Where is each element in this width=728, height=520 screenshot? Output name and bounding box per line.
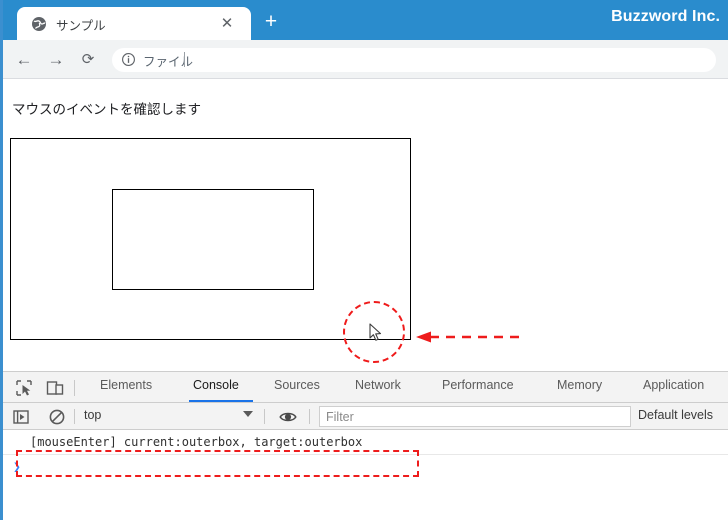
back-icon[interactable]: ←: [12, 48, 36, 72]
innerbox[interactable]: [112, 189, 314, 290]
browser-toolbar: ← → ⟳ ファイル: [0, 40, 728, 79]
reload-icon[interactable]: ⟳: [76, 48, 100, 72]
tab-elements[interactable]: Elements: [100, 378, 152, 392]
forward-icon[interactable]: →: [44, 48, 68, 72]
inspect-element-icon[interactable]: [14, 378, 34, 398]
brand-label: Buzzword Inc.: [611, 8, 720, 25]
console-toolbar: top Default levels: [3, 403, 728, 430]
address-bar-text: ファイル: [143, 55, 194, 69]
address-bar[interactable]: ファイル: [112, 48, 716, 72]
page-viewport: マウスのイベントを確認します: [3, 80, 728, 371]
window-left-border: [0, 0, 3, 520]
toolbar-divider: [74, 409, 75, 424]
execution-context-icon[interactable]: [12, 408, 30, 426]
log-levels-selector[interactable]: Default levels: [638, 408, 713, 422]
console-message-text: [mouseEnter] current:outerbox, target:ou…: [30, 435, 363, 449]
annotation-arrow: [416, 330, 524, 343]
active-tab-indicator: [189, 400, 253, 402]
devtools-panel: Elements Console Sources Network Perform…: [3, 371, 728, 520]
info-circle-icon: [121, 52, 136, 67]
toolbar-divider: [264, 409, 265, 424]
console-prompt-icon: ❯: [13, 460, 21, 475]
live-expression-eye-icon[interactable]: [279, 408, 297, 426]
console-message-row[interactable]: [mouseEnter] current:outerbox, target:ou…: [3, 430, 728, 455]
tab-network[interactable]: Network: [355, 378, 401, 392]
execution-context-selector[interactable]: top: [84, 408, 101, 422]
tab-sources[interactable]: Sources: [274, 378, 320, 392]
page-heading: マウスのイベントを確認します: [12, 102, 201, 117]
tab-title: サンプル: [56, 19, 106, 33]
new-tab-button[interactable]: +: [259, 11, 283, 35]
console-input[interactable]: [30, 459, 720, 477]
tab-application[interactable]: Application: [643, 378, 704, 392]
clear-console-icon[interactable]: [48, 408, 66, 426]
browser-window: Buzzword Inc. サンプル ✕ + ← → ⟳ ファイル マウスのイベ…: [0, 0, 728, 520]
console-output: [mouseEnter] current:outerbox, target:ou…: [3, 430, 728, 520]
chevron-down-icon[interactable]: [243, 411, 253, 417]
text-caret: [184, 52, 185, 67]
globe-icon: [31, 16, 47, 32]
tab-memory[interactable]: Memory: [557, 378, 602, 392]
close-icon[interactable]: ✕: [217, 14, 237, 34]
console-filter-input[interactable]: [319, 406, 631, 427]
devtools-tabbar: Elements Console Sources Network Perform…: [3, 372, 728, 403]
browser-tab[interactable]: サンプル ✕: [17, 7, 251, 40]
device-toolbar-icon[interactable]: [45, 378, 65, 398]
toolbar-divider: [74, 380, 75, 396]
toolbar-divider: [309, 409, 310, 424]
tab-performance[interactable]: Performance: [442, 378, 514, 392]
tab-console[interactable]: Console: [193, 378, 239, 392]
mouse-pointer-icon: [369, 323, 383, 343]
